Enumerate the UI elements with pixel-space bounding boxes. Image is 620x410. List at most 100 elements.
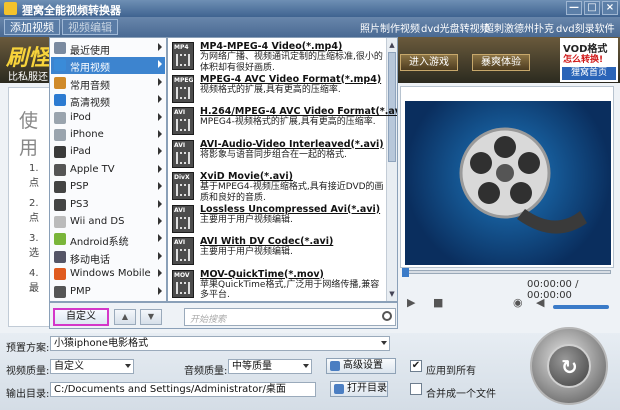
- category-item[interactable]: PSP: [51, 179, 165, 196]
- trial-button[interactable]: 暴爽体验: [472, 54, 530, 71]
- output-path-input[interactable]: C:/Documents and Settings/Administrator/…: [50, 382, 316, 397]
- vod-ad[interactable]: VOD格式 怎么转换! 狸窝首页: [560, 38, 618, 82]
- custom-button[interactable]: 自定义: [53, 308, 109, 326]
- format-list: ▲ ▼ MP4 MP4-MPEG-4 Video(*.mp4) 为网络广播、视频通讯…: [167, 37, 398, 302]
- seek-bar[interactable]: [402, 268, 611, 277]
- format-item[interactable]: DivX XviD Movie(*.avi) 基于MPEG4-视频压缩格式,具有接近…: [168, 170, 386, 204]
- minimize-button[interactable]: —: [566, 1, 582, 15]
- category-icon: [54, 111, 66, 124]
- category-icon: [54, 146, 66, 159]
- seek-knob[interactable]: [402, 268, 409, 277]
- audio-quality-label: 音频质量:: [184, 366, 228, 377]
- apply-all-label: 应用到所有: [426, 366, 476, 377]
- output-path-value: C:/Documents and Settings/Administrator/…: [54, 384, 286, 395]
- scroll-down-icon[interactable]: ▼: [388, 289, 396, 299]
- category-item[interactable]: 最近使用: [51, 40, 165, 57]
- chevron-right-icon: [158, 43, 162, 51]
- open-dir-button[interactable]: 打开目录: [330, 381, 388, 397]
- audio-quality-select[interactable]: 中等质量: [228, 359, 312, 374]
- chevron-right-icon: [158, 269, 162, 278]
- category-item[interactable]: 高清视频: [51, 92, 165, 109]
- close-button[interactable]: ×: [602, 1, 618, 15]
- category-label: Wii and DS: [70, 216, 125, 227]
- video-file-icon: MPEG: [172, 74, 194, 103]
- scroll-up-icon[interactable]: ▲: [388, 40, 396, 50]
- category-icon: [54, 198, 66, 211]
- category-item[interactable]: Wii and DS: [51, 214, 165, 231]
- category-item[interactable]: iPod: [51, 110, 165, 127]
- category-item[interactable]: iPad: [51, 144, 165, 161]
- category-icon: [54, 268, 66, 281]
- format-item[interactable]: MPEG MPEG-4 AVC Video Format(*.mp4) 视频格式的扩…: [168, 73, 386, 107]
- merge-checkbox[interactable]: [410, 383, 422, 395]
- category-icon: [54, 181, 66, 194]
- category-item[interactable]: Android系统: [51, 231, 165, 248]
- vod-subtitle: 怎么转换!: [563, 55, 604, 65]
- film-icon: [176, 119, 190, 131]
- preset-select[interactable]: 小猿iphone电影格式: [50, 336, 390, 351]
- link-dvd-convert[interactable]: dvd光盘转视频: [421, 20, 490, 35]
- format-name: MOV-QuickTime(*.mov): [200, 268, 324, 280]
- format-item[interactable]: AVI AVI-Audio-Video Interleaved(*.avi) 将影象…: [168, 138, 386, 172]
- video-edit-button[interactable]: 视频编辑: [62, 19, 118, 35]
- advanced-settings-button[interactable]: 高级设置: [326, 358, 396, 374]
- playback-controls: ▶ ■ ◉ ◀: [403, 296, 615, 312]
- move-down-button[interactable]: ▼: [140, 309, 162, 325]
- video-file-icon: AVI: [172, 139, 194, 168]
- stop-icon[interactable]: ■: [433, 296, 443, 309]
- maximize-button[interactable]: □: [584, 1, 600, 15]
- category-item[interactable]: PS3: [51, 197, 165, 214]
- format-item[interactable]: MP4 MP4-MPEG-4 Video(*.mp4) 为网络广播、视频通讯定制的压…: [168, 40, 386, 74]
- format-item[interactable]: MOV MOV-QuickTime(*.mov) 苹果QuickTime格式,广泛用…: [168, 268, 386, 302]
- refresh-icon: ↻: [561, 355, 578, 379]
- category-item[interactable]: 常用视频: [51, 57, 165, 75]
- link-dvd-burn[interactable]: dvd刻录软件: [556, 20, 615, 35]
- format-description: 苹果QuickTime格式,广泛用于网络传播,兼容多平台.: [200, 279, 380, 301]
- convert-button[interactable]: ↻: [530, 327, 608, 405]
- enter-game-button[interactable]: 进入游戏: [400, 54, 458, 71]
- category-item[interactable]: PMP: [51, 284, 165, 301]
- category-menu: 最近使用 常用视频 常用音频 高清视频 iPod iPhone iPad Apple TV PS…: [49, 37, 167, 302]
- category-icon: [54, 250, 66, 263]
- category-item[interactable]: Apple TV: [51, 162, 165, 179]
- camera-icon[interactable]: ◉: [513, 296, 523, 309]
- chevron-right-icon: [158, 164, 162, 173]
- format-scrollbar[interactable]: ▲ ▼: [386, 38, 397, 301]
- category-item[interactable]: iPhone: [51, 127, 165, 144]
- category-icon: [54, 59, 66, 72]
- category-label: 常用音频: [70, 80, 110, 92]
- play-icon[interactable]: ▶: [407, 296, 415, 309]
- video-quality-select[interactable]: 自定义: [50, 359, 134, 374]
- category-icon: [54, 76, 66, 89]
- volume-bar[interactable]: [553, 305, 609, 309]
- category-item[interactable]: 移动电话: [51, 249, 165, 266]
- menu-footer: 自定义 ▲ ▼ 开始搜索: [49, 302, 398, 329]
- home-link[interactable]: 狸窝首页: [562, 67, 616, 80]
- chevron-right-icon: [158, 199, 162, 208]
- format-description: 主要用于用户视频编辑.: [200, 247, 293, 257]
- search-icon[interactable]: [382, 311, 392, 321]
- chevron-right-icon: [158, 130, 162, 138]
- link-photo-video[interactable]: 照片制作视频: [360, 20, 420, 35]
- video-file-icon: AVI: [172, 107, 194, 135]
- format-item[interactable]: AVI Lossless Uncompressed Avi(*.avi) 主要用于用…: [168, 203, 386, 237]
- video-quality-label: 视频质量:: [6, 366, 50, 377]
- link-poker[interactable]: 超刺激德州扑克: [484, 20, 554, 35]
- category-icon: [54, 216, 66, 228]
- format-search-input[interactable]: 开始搜索: [184, 308, 396, 326]
- category-icon: [54, 163, 66, 176]
- chevron-right-icon: [158, 77, 162, 86]
- chevron-down-icon: [303, 364, 309, 368]
- format-item[interactable]: AVI AVI With DV Codec(*.avi) 主要用于用户视频编辑.: [168, 235, 386, 269]
- add-video-button[interactable]: 添加视频: [4, 19, 60, 35]
- category-item[interactable]: Windows Mobile: [51, 266, 165, 283]
- apply-all-checkbox[interactable]: ✔: [410, 360, 422, 372]
- audio-quality-value: 中等质量: [232, 361, 272, 372]
- category-item[interactable]: 常用音频: [51, 75, 165, 92]
- move-up-button[interactable]: ▲: [114, 309, 136, 325]
- volume-icon[interactable]: ◀: [536, 296, 544, 309]
- folder-icon: [334, 384, 344, 394]
- film-icon: [176, 151, 190, 164]
- step-3: 3. 选: [29, 233, 39, 259]
- format-item[interactable]: AVI H.264/MPEG-4 AVC Video Format(*.avi) M…: [168, 105, 397, 139]
